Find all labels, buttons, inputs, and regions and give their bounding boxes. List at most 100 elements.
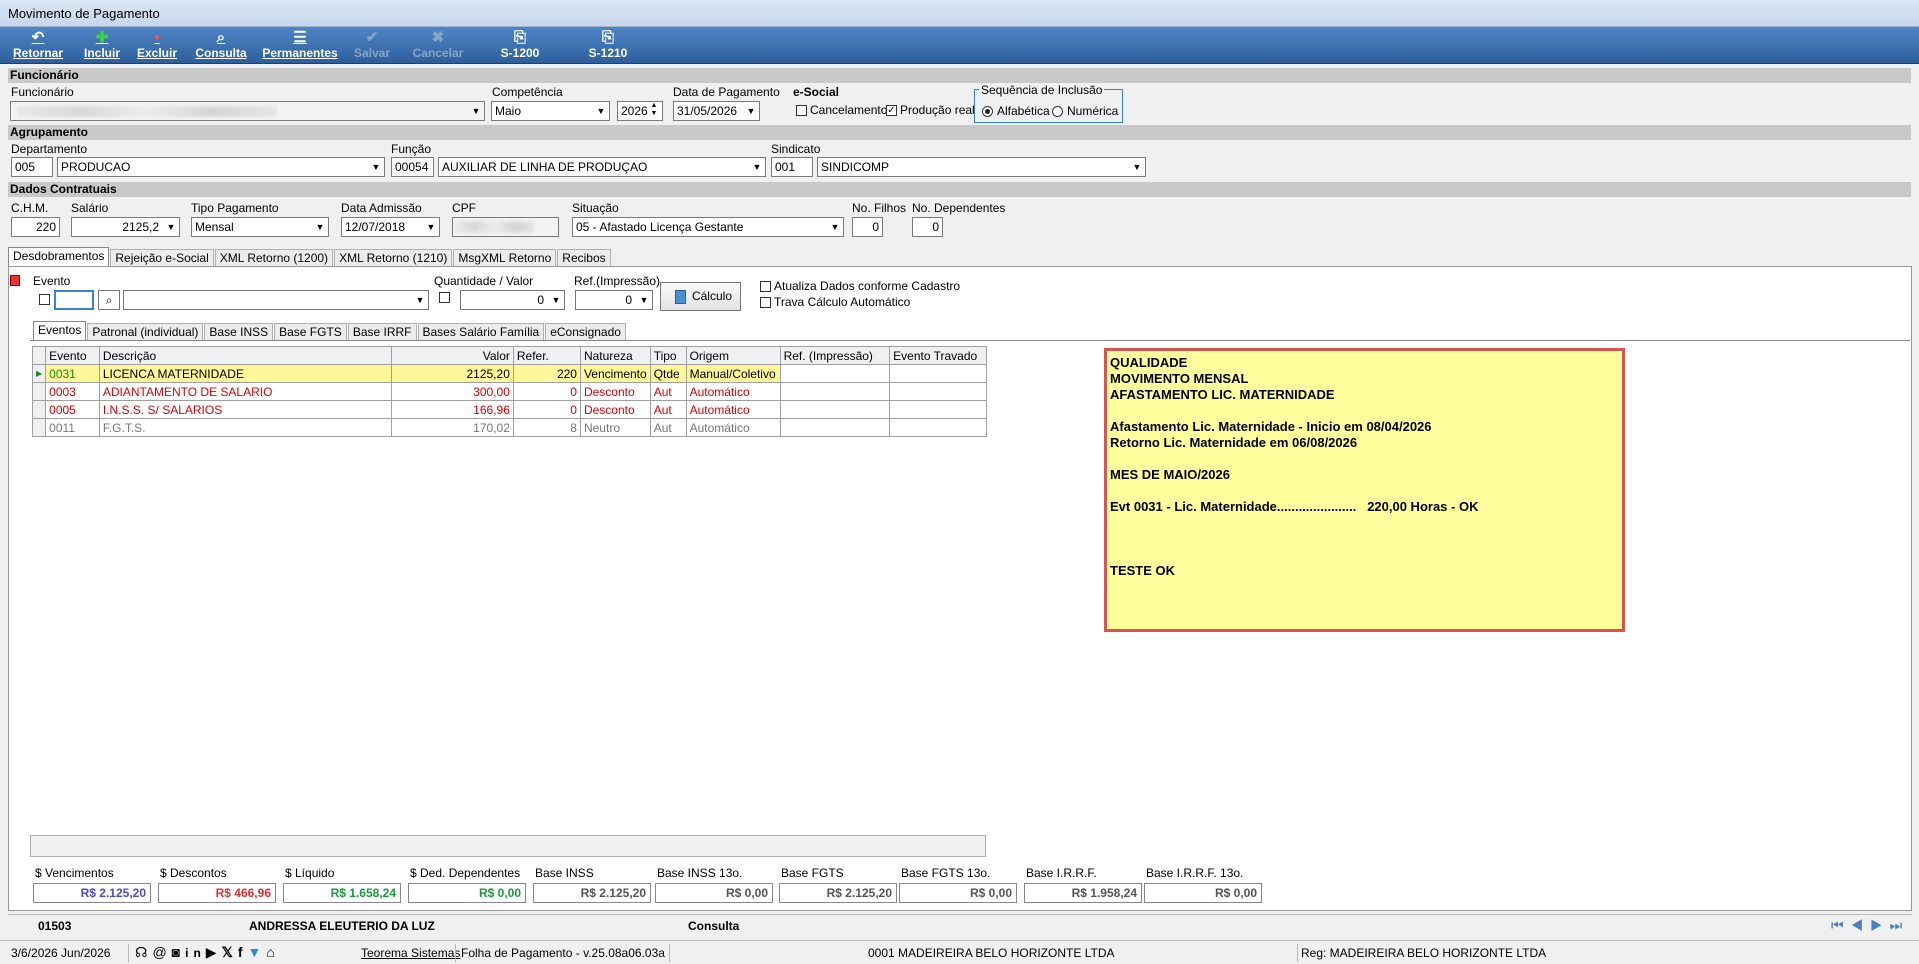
chm-input[interactable]: 220 — [11, 217, 60, 237]
status-bar: 3/6/2026 Jun/2026 ☊@◙in▶𝕏f▼⌂ Teorema Sis… — [0, 940, 1919, 964]
youtube-icon[interactable]: ▶ — [206, 944, 222, 960]
dependentes-input[interactable]: 0 — [912, 217, 943, 237]
tab-recibos[interactable]: Recibos — [557, 249, 611, 266]
chevron-down-icon: ▼ — [371, 162, 381, 172]
evento-search-button[interactable]: ⌕ — [98, 290, 120, 310]
table-row[interactable]: 0005 I.N.S.S. S/ SALARIOS 166,96 0 Desco… — [31, 400, 987, 419]
cell-valor: 2125,20 — [391, 364, 514, 383]
col-header-evento-travado[interactable]: Evento Travado — [889, 346, 987, 365]
status-date: 3/6/2026 Jun/2026 — [11, 946, 111, 960]
consulta-button[interactable]: ⌕ Consulta — [194, 29, 248, 63]
teorema-logo-icon[interactable]: ▼ — [248, 944, 267, 960]
tab-msgxml-retorno[interactable]: MsgXML Retorno — [453, 249, 557, 266]
col-header-refer[interactable]: Refer. — [512, 346, 581, 365]
observation-note[interactable]: QUALIDADE MOVIMENTO MENSAL AFASTAMENTO LIC… — [1104, 348, 1625, 632]
retornar-button[interactable]: ↶ Retornar — [8, 29, 68, 63]
departamento-select[interactable]: PRODUCAO ▼ — [57, 157, 385, 177]
s1210-button[interactable]: ⎘ S-1210 — [584, 29, 632, 63]
table-row[interactable]: 0003 ADIANTAMENTO DE SALARIO 300,00 0 De… — [31, 382, 987, 401]
tipo-pagamento-select[interactable]: Mensal ▼ — [191, 217, 329, 237]
first-record-icon[interactable]: ⏮ — [1831, 917, 1851, 933]
tab-patronal[interactable]: Patronal (individual) — [87, 323, 204, 340]
funcionario-select[interactable]: ▼ — [10, 101, 485, 121]
evento-code-input[interactable] — [54, 290, 94, 310]
col-header-descricao[interactable]: Descrição — [98, 346, 393, 365]
excluir-button[interactable]: ▪ Excluir — [136, 29, 178, 63]
tab-eventos[interactable]: Eventos — [33, 321, 87, 340]
chm-value: 220 — [35, 220, 56, 234]
tab-base-fgts[interactable]: Base FGTS — [274, 323, 347, 340]
note-line: ​ — [1110, 547, 1619, 563]
col-header-evento[interactable]: Evento — [45, 346, 100, 365]
teorema-link[interactable]: Teorema Sistemas — [361, 946, 460, 960]
table-row[interactable]: 0011 F.G.T.S. 170,02 8 Neutro Aut Automá… — [31, 418, 987, 437]
competencia-ano-spinner[interactable]: 2026 ▲ ▼ — [617, 101, 663, 121]
competencia-label: Competência — [492, 85, 563, 99]
atualiza-checkbox[interactable] — [760, 281, 771, 292]
last-record-icon[interactable]: ⏭ — [1890, 917, 1910, 933]
s1200-button[interactable]: ⎘ S-1200 — [496, 29, 544, 63]
col-header-origem[interactable]: Origem — [685, 346, 781, 365]
funcao-code-input[interactable]: 00054 — [391, 157, 434, 177]
document-icon: ⎘ — [513, 29, 526, 46]
graduation-icon[interactable]: ⌂ — [266, 944, 279, 960]
quantidade-input[interactable]: 0 ▼ — [460, 290, 565, 310]
funcao-select[interactable]: AUXILIAR DE LINHA DE PRODUÇAO ▼ — [438, 157, 766, 177]
tab-xml-retorno-1210[interactable]: XML Retorno (1210) — [334, 249, 453, 266]
quantidade-value: 0 — [537, 293, 544, 307]
col-header-valor[interactable]: Valor — [391, 346, 514, 365]
cpf-input[interactable] — [452, 217, 559, 237]
producao-real-checkbox[interactable]: ✓ — [886, 105, 897, 116]
calculo-button[interactable]: Cálculo — [660, 282, 741, 311]
at-icon[interactable]: @ — [152, 944, 171, 960]
col-header-natureza[interactable]: Natureza — [579, 346, 651, 365]
facebook-icon[interactable]: f — [238, 944, 248, 960]
evento-checkbox[interactable] — [39, 294, 50, 305]
tab-base-irrf[interactable]: Base IRRF — [347, 323, 417, 340]
next-record-icon[interactable]: ▶ — [1870, 917, 1890, 933]
x-icon[interactable]: 𝕏 — [222, 944, 238, 960]
data-pagamento-field[interactable]: 31/05/2026 ▼ — [673, 101, 760, 121]
situacao-select[interactable]: 05 - Afastado Licença Gestante ▼ — [572, 217, 844, 237]
trava-checkbox[interactable] — [760, 297, 771, 308]
tab-base-inss[interactable]: Base INSS — [204, 323, 274, 340]
numerica-radio[interactable] — [1052, 106, 1063, 117]
cancelamento-checkbox[interactable] — [796, 105, 807, 116]
data-admissao-value: 12/07/2018 — [345, 220, 406, 234]
salario-value: 2125,2 — [122, 220, 159, 234]
col-header-tipo[interactable]: Tipo — [649, 346, 687, 365]
cell-natureza: Desconto — [579, 382, 651, 401]
note-line: ​ — [1110, 531, 1619, 547]
linkedin-icon[interactable]: in — [185, 946, 206, 960]
tab-rejeicao-esocial[interactable]: Rejeição e-Social — [110, 249, 214, 266]
horizontal-scrollbar[interactable] — [30, 835, 986, 857]
tab-xml-retorno-1200[interactable]: XML Retorno (1200) — [214, 249, 334, 266]
instagram-icon[interactable]: ◙ — [172, 944, 185, 960]
incluir-button[interactable]: ✚ Incluir — [80, 29, 124, 63]
ref-input[interactable]: 0 ▼ — [575, 290, 653, 310]
quantidade-checkbox[interactable] — [439, 292, 450, 303]
sequencia-label: Sequência de Inclusão — [979, 83, 1105, 97]
alfabetica-radio[interactable] — [982, 106, 993, 117]
prev-record-icon[interactable]: ◀ — [1851, 917, 1871, 933]
delete-event-icon[interactable] — [10, 275, 20, 286]
sindicato-select[interactable]: SINDICOMP ▼ — [817, 157, 1146, 177]
col-header-ref-impressao[interactable]: Ref. (Impressão) — [779, 346, 891, 365]
data-pagamento-value: 31/05/2026 — [677, 104, 738, 118]
tab-desdobramentos[interactable]: Desdobramentos — [8, 247, 110, 266]
competencia-mes-select[interactable]: Maio ▼ — [491, 101, 610, 121]
table-row[interactable]: ▶ 0031 LICENCA MATERNIDADE 2125,20 220 V… — [31, 364, 987, 383]
data-admissao-field[interactable]: 12/07/2018 ▼ — [341, 217, 440, 237]
permanentes-button[interactable]: ☰ Permanentes — [260, 29, 340, 63]
cancelar-button[interactable]: ✖ Cancelar — [410, 29, 466, 63]
filhos-input[interactable]: 0 — [852, 217, 883, 237]
chm-label: C.H.M. — [11, 201, 49, 215]
salvar-button[interactable]: ✔ Salvar — [352, 29, 392, 63]
departamento-code-input[interactable]: 005 — [11, 157, 53, 177]
evento-select[interactable]: ▼ — [123, 290, 429, 310]
tab-bases-salario-familia[interactable]: Bases Salário Família — [417, 323, 545, 340]
sindicato-code-input[interactable]: 001 — [771, 157, 813, 177]
tab-econsignado[interactable]: eConsignado — [545, 323, 626, 340]
headset-icon[interactable]: ☊ — [135, 944, 152, 960]
salario-input[interactable]: 2125,2 ▼ — [71, 217, 180, 237]
